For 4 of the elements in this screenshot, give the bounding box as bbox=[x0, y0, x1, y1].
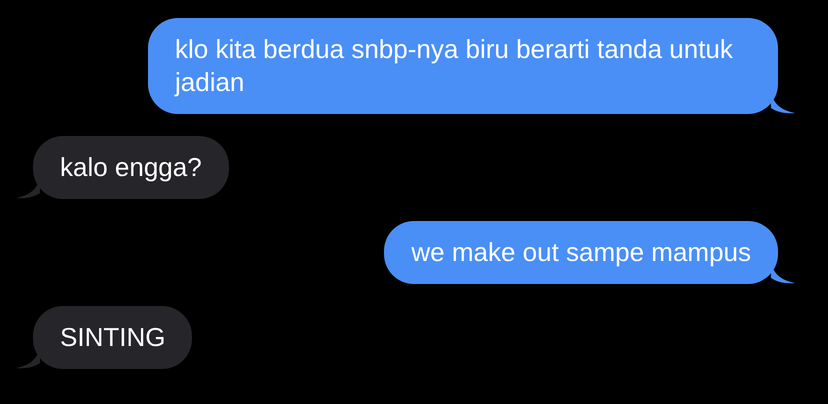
message-bubble: we make out sampe mampus bbox=[384, 221, 778, 284]
message-bubble: SINTING bbox=[33, 306, 192, 369]
message-bubble: kalo engga? bbox=[33, 136, 229, 199]
message-bubble: klo kita berdua snbp-nya biru berarti tanda untuk jadian bbox=[148, 18, 778, 114]
